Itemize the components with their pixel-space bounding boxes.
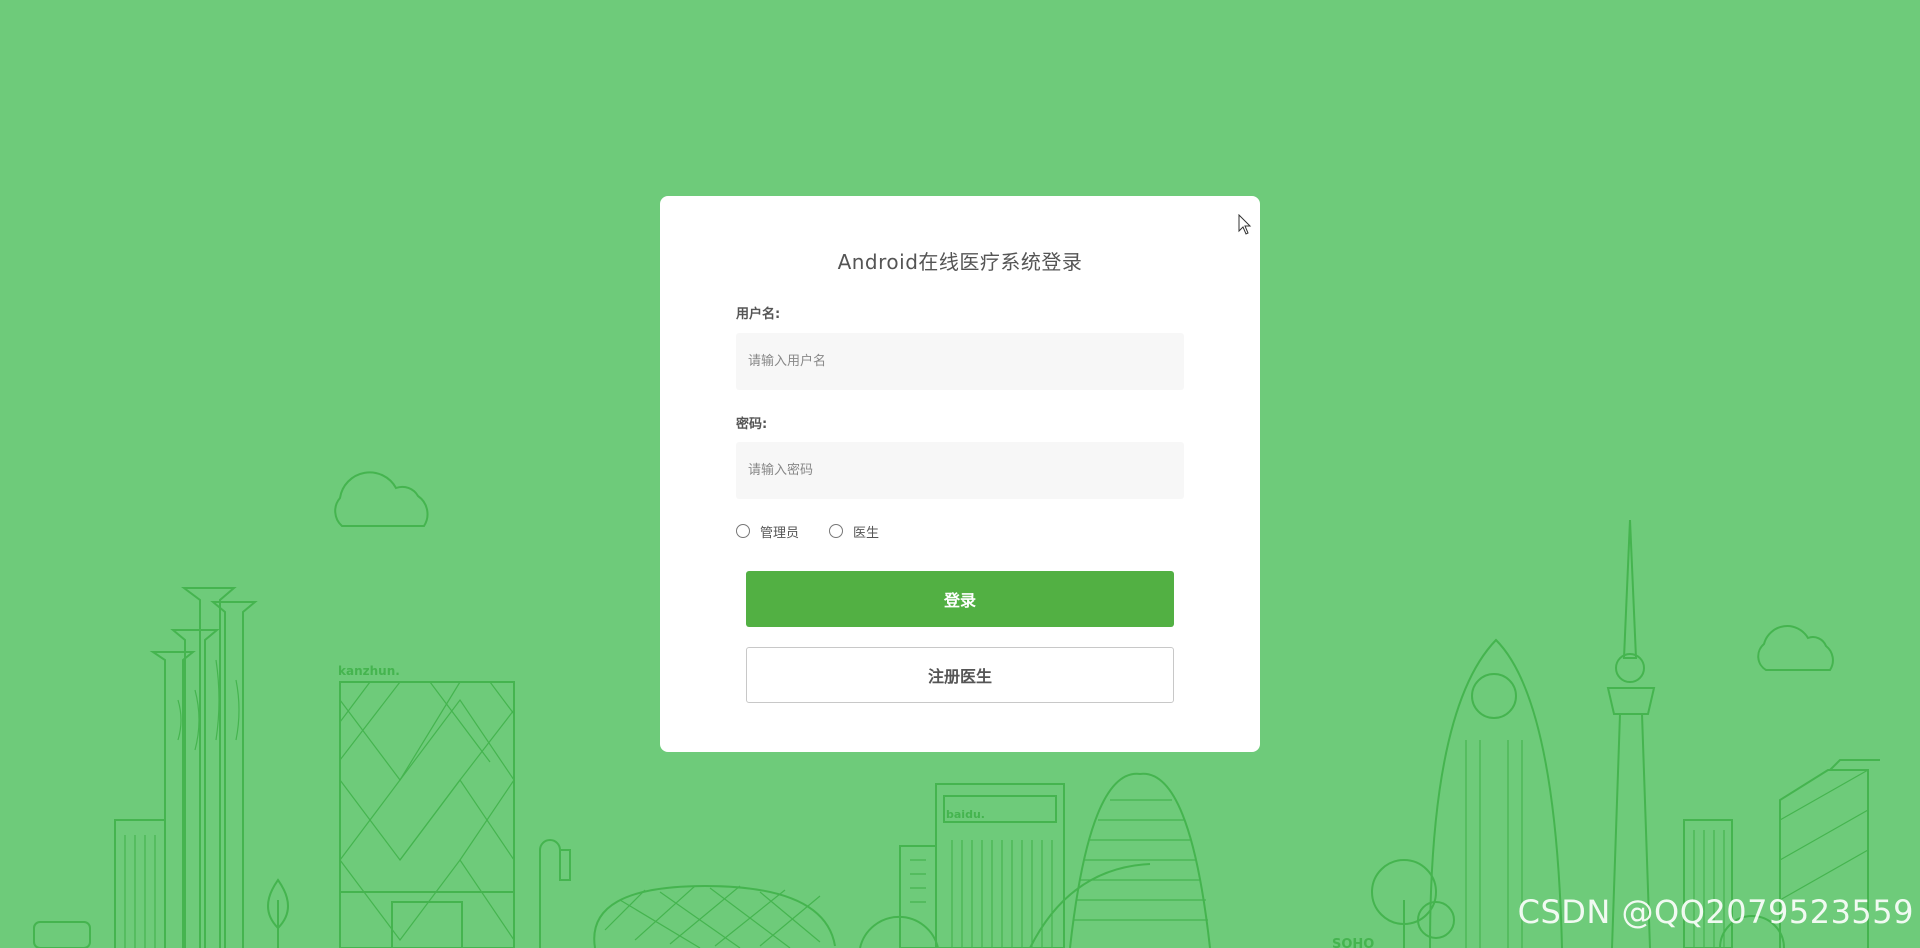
username-label: 用户名: (736, 307, 781, 322)
register-doctor-button[interactable]: 注册医生 (746, 647, 1174, 703)
soho-logo-text: SOHO (1332, 937, 1374, 948)
doctor-radio-button[interactable] (829, 524, 844, 538)
login-button[interactable]: 登录 (746, 571, 1174, 627)
role-admin-option[interactable]: 管理员 (736, 522, 799, 541)
baidu-logo-text: baidu. (946, 808, 985, 821)
login-page: kanzhun. baidu. SOHO Android在线医疗系统登录 用户名… (0, 0, 1920, 948)
baidu-building-outline: baidu. (899, 783, 1065, 948)
cloud-icon (1757, 625, 1834, 671)
role-doctor-option[interactable]: 医生 (829, 522, 879, 541)
login-title: Android在线医疗系统登录 (837, 250, 1083, 274)
cloud-icon (334, 471, 429, 527)
doctor-radio-label: 医生 (853, 525, 880, 541)
login-card: Android在线医疗系统登录 用户名: 密码: 管理员 医生 登录 注册医生 (660, 196, 1260, 752)
password-input[interactable] (736, 442, 1184, 499)
admin-radio-label: 管理员 (760, 525, 800, 541)
password-label: 密码: (736, 417, 768, 432)
admin-radio-button[interactable] (736, 524, 750, 538)
username-input[interactable] (736, 333, 1184, 390)
mouse-cursor-icon (1238, 214, 1252, 235)
csdn-watermark: CSDN @QQ2079523559 (1517, 893, 1914, 931)
kanzhun-building-outline: kanzhun. (338, 664, 515, 948)
role-radio-group: 管理员 医生 (736, 521, 909, 541)
kanzhun-logo-text: kanzhun. (338, 664, 400, 678)
pillars-outline (149, 587, 258, 948)
